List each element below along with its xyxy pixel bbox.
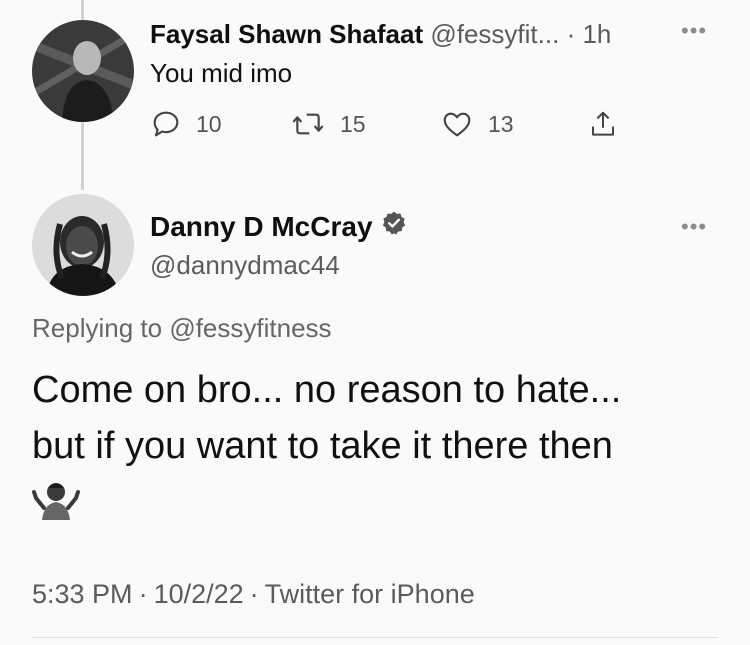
reply-author-handle[interactable]: @fessyfit... <box>430 19 559 49</box>
tweet-author-name[interactable]: Danny D McCray <box>150 211 373 243</box>
avatar-photo-icon <box>32 194 134 296</box>
like-button[interactable]: 13 <box>440 108 514 140</box>
reply-header: Faysal Shawn Shafaat @fessyfit... · 1h <box>150 18 730 50</box>
tweet-author-name-row: Danny D McCray <box>150 210 407 243</box>
reply-bubble-icon <box>153 111 179 137</box>
retweet-button[interactable]: 15 <box>290 108 366 140</box>
replying-to-label: Replying to <box>32 313 170 343</box>
tweet-body-line: but if you want to take it there then <box>32 425 613 467</box>
tweet-meta: 5:33 PM · 10/2/22 · Twitter for iPhone <box>32 579 475 610</box>
tweet-source[interactable]: Twitter for iPhone <box>265 579 475 609</box>
more-horizontal-icon[interactable]: ••• <box>681 214 707 240</box>
retweet-icon <box>292 113 324 135</box>
verified-badge-icon <box>381 210 407 243</box>
reply-author-avatar[interactable] <box>32 20 134 122</box>
share-upload-icon <box>592 111 614 136</box>
like-count: 13 <box>488 110 514 137</box>
tweet-body-line: Come on bro... no reason to hate... <box>32 369 622 411</box>
reply-timestamp[interactable]: · 1h <box>567 19 612 49</box>
retweet-count: 15 <box>340 110 366 137</box>
divider <box>32 637 718 638</box>
reply-button[interactable]: 10 <box>150 108 222 140</box>
reply-text: You mid imo <box>150 58 293 88</box>
tweet-time[interactable]: 5:33 PM <box>32 579 133 609</box>
replying-to-handle[interactable]: @fessyfitness <box>169 313 331 343</box>
more-horizontal-icon[interactable]: ••• <box>681 18 707 44</box>
tweet-author-avatar[interactable] <box>32 194 134 296</box>
separator-dot: · <box>249 579 259 609</box>
person-shrugging-emoji <box>32 480 80 536</box>
tweet-body: Come on bro... no reason to hate... but … <box>32 362 732 536</box>
tweet-author-handle[interactable]: @dannydmac44 <box>150 250 340 281</box>
share-button[interactable] <box>588 108 618 140</box>
heart-icon <box>443 112 471 137</box>
replying-to-line: Replying to @fessyfitness <box>32 313 332 344</box>
reply-count: 10 <box>196 110 222 137</box>
tweet-date[interactable]: 10/2/22 <box>154 579 244 609</box>
separator-dot: · <box>138 579 148 609</box>
avatar-photo-icon <box>32 20 134 122</box>
reply-author-name[interactable]: Faysal Shawn Shafaat <box>150 19 423 49</box>
